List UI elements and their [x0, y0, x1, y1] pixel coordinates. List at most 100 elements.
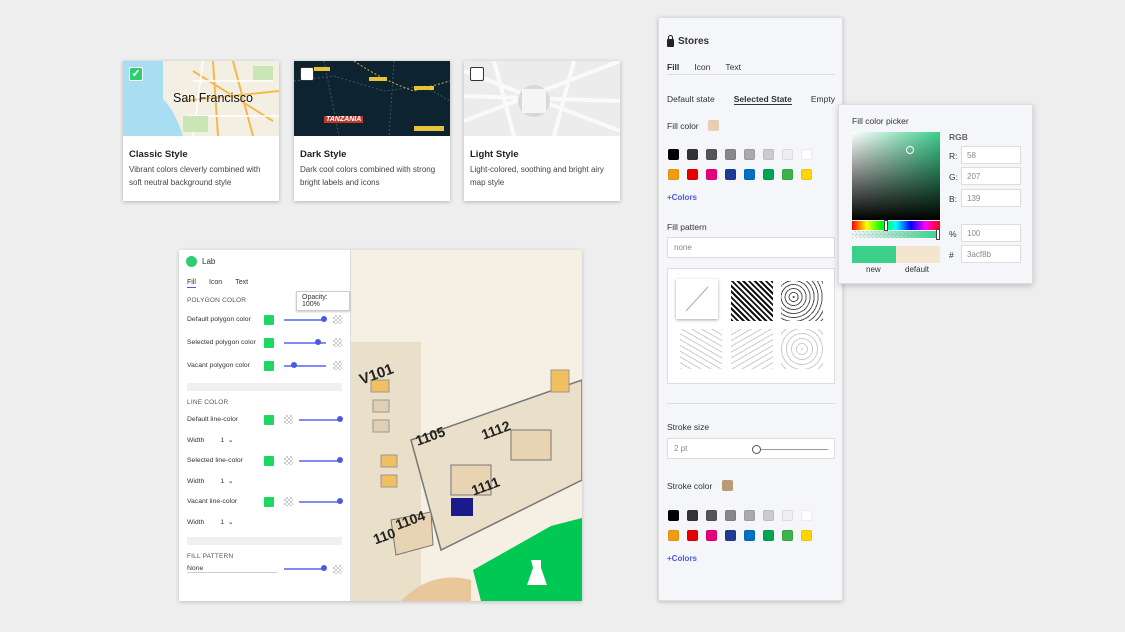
color-swatch[interactable]: [264, 496, 274, 507]
tab-empty-state[interactable]: Empty: [811, 94, 835, 105]
palette-swatch[interactable]: [763, 169, 774, 180]
tab-default-state[interactable]: Default state: [667, 94, 715, 105]
stroke-color-swatch[interactable]: [722, 480, 733, 491]
floor-map[interactable]: V101 1105 1112 1111 1104 110: [351, 250, 582, 601]
tab-icon[interactable]: Icon: [209, 279, 222, 288]
palette-swatch[interactable]: [782, 149, 793, 160]
palette-swatch[interactable]: [706, 510, 717, 521]
style-card-dark[interactable]: TANZANIA Dark Style Dark cool colors com…: [294, 61, 450, 201]
palette-swatch[interactable]: [801, 149, 812, 160]
palette-swatch[interactable]: [706, 169, 717, 180]
slider-knob[interactable]: [315, 338, 321, 345]
palette-swatch[interactable]: [687, 149, 698, 160]
palette-swatch[interactable]: [725, 149, 736, 160]
dark-style-checkbox[interactable]: [300, 67, 314, 81]
palette-swatch[interactable]: [744, 530, 755, 541]
slider-knob[interactable]: [337, 456, 343, 463]
palette-swatch[interactable]: [763, 510, 774, 521]
fill-color-swatch[interactable]: [708, 120, 719, 131]
pattern-light-option[interactable]: [781, 329, 823, 369]
palette-swatch[interactable]: [782, 510, 793, 521]
palette-swatch[interactable]: [668, 149, 679, 160]
slider-knob[interactable]: [337, 497, 343, 504]
palette-swatch[interactable]: [801, 530, 812, 541]
hex-input[interactable]: 3acf8b: [961, 245, 1021, 263]
picker-handle[interactable]: [906, 146, 914, 154]
green-input[interactable]: 207: [961, 167, 1021, 185]
palette-swatch[interactable]: [668, 530, 679, 541]
tab-text[interactable]: Text: [235, 279, 248, 288]
palette-swatch[interactable]: [801, 510, 812, 521]
width-select[interactable]: 1 ⌄: [220, 518, 233, 526]
fill-pattern-input[interactable]: none: [667, 237, 835, 258]
pattern-light-option[interactable]: [680, 329, 722, 369]
new-color-preview: [852, 246, 896, 263]
palette-swatch[interactable]: [782, 530, 793, 541]
hue-slider[interactable]: [852, 221, 940, 230]
palette-swatch[interactable]: [668, 169, 679, 180]
stroke-palette: [668, 510, 812, 541]
palette-swatch[interactable]: [706, 530, 717, 541]
palette-swatch[interactable]: [744, 149, 755, 160]
width-select[interactable]: 1 ⌄: [220, 436, 233, 444]
pattern-none-option[interactable]: [676, 279, 718, 319]
slider-knob[interactable]: [321, 565, 327, 571]
color-swatch[interactable]: [264, 455, 274, 466]
style-card-classic[interactable]: ✓ San Francisco Classic Style Vibrant co…: [123, 61, 279, 201]
opacity-slider[interactable]: [299, 459, 341, 462]
slider-knob[interactable]: [321, 315, 327, 322]
palette-swatch[interactable]: [801, 169, 812, 180]
red-input[interactable]: 58: [961, 146, 1021, 164]
opacity-slider[interactable]: [299, 500, 341, 503]
palette-swatch[interactable]: [782, 169, 793, 180]
color-swatch[interactable]: [264, 314, 274, 325]
palette-swatch[interactable]: [668, 510, 679, 521]
style-card-light[interactable]: Light Style Light-colored, soothing and …: [464, 61, 620, 201]
more-colors-link[interactable]: +Colors: [667, 193, 697, 202]
alpha-knob[interactable]: [936, 229, 940, 240]
alpha-input[interactable]: 100: [961, 224, 1021, 242]
stroke-size-field[interactable]: 2 pt: [667, 438, 835, 459]
light-style-checkbox[interactable]: [470, 67, 484, 81]
opacity-slider[interactable]: [299, 418, 341, 421]
tab-text[interactable]: Text: [725, 62, 741, 72]
classic-style-checkbox[interactable]: ✓: [129, 67, 143, 81]
tab-selected-state[interactable]: Selected State: [733, 94, 792, 105]
palette-swatch[interactable]: [725, 169, 736, 180]
palette-swatch[interactable]: [744, 169, 755, 180]
stroke-size-slider[interactable]: [756, 449, 828, 450]
hue-knob[interactable]: [884, 220, 888, 231]
alpha-slider[interactable]: [852, 231, 940, 238]
map-city-label: San Francisco: [173, 91, 253, 105]
palette-swatch[interactable]: [706, 149, 717, 160]
palette-swatch[interactable]: [687, 169, 698, 180]
color-swatch[interactable]: [264, 337, 274, 348]
slider-knob[interactable]: [291, 361, 297, 368]
palette-swatch[interactable]: [687, 530, 698, 541]
pattern-light-option[interactable]: [731, 329, 773, 369]
tab-fill[interactable]: Fill: [667, 62, 679, 72]
width-select[interactable]: 1 ⌄: [220, 477, 233, 485]
slider-knob[interactable]: [337, 415, 343, 422]
palette-swatch[interactable]: [744, 510, 755, 521]
fill-color-picker: Fill color picker new default RGB R: 58 …: [838, 104, 1033, 284]
palette-swatch[interactable]: [725, 530, 736, 541]
blue-input[interactable]: 139: [961, 189, 1021, 207]
opacity-slider[interactable]: [284, 568, 326, 570]
color-swatch[interactable]: [264, 414, 274, 425]
saturation-value-area[interactable]: [852, 132, 940, 220]
fill-pattern-select[interactable]: None: [187, 565, 277, 573]
pattern-contour-option[interactable]: [781, 281, 823, 321]
palette-swatch[interactable]: [687, 510, 698, 521]
palette-swatch[interactable]: [763, 530, 774, 541]
default-color-preview: [896, 246, 940, 263]
tab-icon[interactable]: Icon: [694, 62, 710, 72]
opacity-slider[interactable]: [284, 318, 326, 321]
slider-knob[interactable]: [752, 445, 761, 454]
palette-swatch[interactable]: [763, 149, 774, 160]
tab-fill[interactable]: Fill: [187, 279, 196, 288]
pattern-dense-option[interactable]: [731, 281, 773, 321]
color-swatch[interactable]: [264, 360, 274, 371]
more-colors-link[interactable]: +Colors: [667, 554, 697, 563]
palette-swatch[interactable]: [725, 510, 736, 521]
